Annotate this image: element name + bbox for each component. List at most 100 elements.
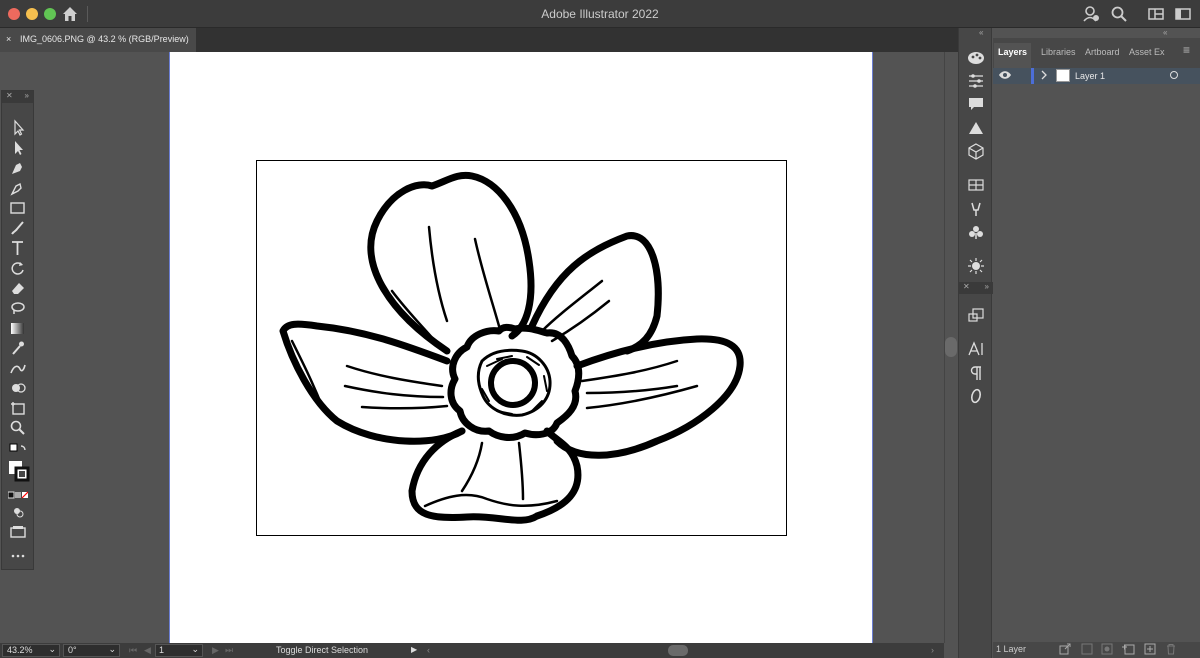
zoom-dropdown-icon[interactable]: ⌄ [48,644,56,655]
panel-menu-icon[interactable]: ≡ [1183,41,1190,66]
color-panel-icon[interactable] [966,48,986,66]
pen-tool-icon[interactable] [8,159,28,177]
arrange-documents-icon[interactable] [1174,5,1192,23]
layers-panel-footer: 1 Layer [993,642,1200,658]
panel-dock: « ✕» [958,28,993,658]
scroll-left-icon[interactable]: ‹ [427,645,430,655]
layer-thumbnail [1056,69,1070,82]
app-title: Adobe Illustrator 2022 [541,7,659,21]
artboard[interactable] [169,52,873,643]
placed-image-frame[interactable] [256,160,787,536]
draw-mode-icon[interactable] [8,503,28,521]
dock-collapse-icon[interactable]: « [979,28,983,37]
more-tools-icon[interactable] [8,547,28,565]
rotation-dropdown-icon[interactable]: ⌄ [108,644,116,655]
artboard-tool-icon[interactable] [8,399,28,417]
layers-panel-tabs: Layers Libraries Artboard Asset Ex ≡ [993,38,1200,68]
user-sync-icon[interactable] [1082,5,1100,23]
tools-panel: ✕» [1,90,34,570]
expand-layer-icon[interactable] [1040,69,1048,81]
paragraph-panel-icon[interactable] [966,364,986,382]
tab-layers[interactable]: Layers [994,43,1032,68]
type-tool-icon[interactable] [8,239,28,257]
rotate-tool-icon[interactable] [8,259,28,277]
close-group-icon[interactable]: ✕ [963,282,970,291]
canvas-area[interactable] [0,52,944,643]
previous-artboard-icon[interactable]: ◀ [144,645,151,656]
search-icon[interactable] [1110,5,1128,23]
direct-selection-tool-icon[interactable] [8,139,28,157]
collapse-group-icon[interactable]: » [985,282,989,291]
shape-builder-tool-icon[interactable] [8,379,28,397]
clipping-mask-icon[interactable] [1101,643,1113,655]
export-icon[interactable] [1059,643,1071,655]
title-bar: Adobe Illustrator 2022 [0,0,1200,28]
layer-target-icon[interactable] [1170,71,1178,79]
swatches-panel-icon[interactable] [966,176,986,194]
opentype-panel-icon[interactable] [966,387,986,405]
selection-tool-icon[interactable] [8,119,28,137]
artboard-dropdown-icon[interactable]: ⌄ [191,644,199,655]
eraser-tool-icon[interactable] [8,279,28,297]
document-tab-label: IMG_0606.PNG @ 43.2 % (RGB/Preview) [20,34,189,44]
paintbrush-tool-icon[interactable] [8,219,28,237]
workspace-switcher-icon[interactable] [1147,5,1165,23]
layers-panel-collapse-icon[interactable]: « [1163,28,1167,37]
appearance-panel-icon[interactable] [966,257,986,275]
dock-group-header: ✕» [959,282,993,294]
curvature-tool-icon[interactable] [8,179,28,197]
new-layer-icon[interactable] [1144,643,1156,655]
artboard-field[interactable]: 1 ⌄ [155,644,203,657]
properties-panel-icon[interactable] [966,72,986,90]
symbols-panel-icon[interactable] [966,223,986,241]
artboard-number: 1 [159,645,165,655]
zoom-value: 43.2% [7,645,33,655]
layers-panel: « Layers Libraries Artboard Asset Ex ≡ L… [993,28,1200,658]
zoom-tool-icon[interactable] [8,419,28,437]
layer-count: 1 Layer [996,644,1027,654]
gradient-panel-icon[interactable] [966,119,986,137]
screen-mode-icon[interactable] [8,523,28,541]
horizontal-scroll-thumb[interactable] [668,645,688,656]
tool-hint: Toggle Direct Selection [276,645,369,655]
layer-row[interactable]: Layer 1 [993,68,1200,84]
brushes-panel-icon[interactable] [966,200,986,218]
lasso-tool-icon[interactable] [8,299,28,317]
rotation-value: 0° [68,645,77,655]
transform-panel-icon[interactable] [966,306,986,324]
flower-illustration [279,171,744,524]
visibility-eye-icon[interactable] [998,69,1012,81]
delete-layer-icon[interactable] [1165,643,1177,655]
gradient-tool-icon[interactable] [8,319,28,337]
close-panel-icon[interactable]: ✕ [6,91,13,100]
zoom-field[interactable]: 43.2% ⌄ [2,644,60,657]
tab-asset-export[interactable]: Asset Ex [1129,43,1165,68]
eyedropper-tool-icon[interactable] [8,339,28,357]
document-tab-bar: × IMG_0606.PNG @ 43.2 % (RGB/Preview) [0,28,958,52]
3d-panel-icon[interactable] [966,142,986,160]
layer-name[interactable]: Layer 1 [1075,71,1105,81]
character-panel-icon[interactable] [966,340,986,358]
close-tab-icon[interactable]: × [6,28,11,50]
rotation-field[interactable]: 0° ⌄ [63,644,120,657]
collapse-panel-icon[interactable]: » [25,91,29,100]
new-sublayer-icon[interactable] [1121,643,1135,655]
first-artboard-icon[interactable]: ⏮ [129,645,137,656]
vertical-scroll-thumb[interactable] [945,337,957,357]
next-artboard-icon[interactable]: ▶ [212,645,219,656]
document-tab[interactable]: × IMG_0606.PNG @ 43.2 % (RGB/Preview) [0,28,196,52]
last-artboard-icon[interactable]: ⏭ [225,645,233,656]
default-colors-icon[interactable] [8,441,28,459]
scroll-right-icon[interactable]: › [931,645,934,655]
layer-color-indicator [1031,68,1034,84]
blend-tool-icon[interactable] [8,359,28,377]
fill-stroke-icon[interactable] [8,459,30,483]
tab-artboards[interactable]: Artboard [1085,43,1120,68]
tools-panel-header: ✕» [2,91,33,103]
comments-panel-icon[interactable] [966,95,986,113]
status-menu-icon[interactable]: ▶ [411,645,417,654]
vertical-scrollbar[interactable] [944,52,958,643]
tab-libraries[interactable]: Libraries [1041,43,1076,68]
locate-object-icon[interactable] [1081,643,1093,655]
rectangle-tool-icon[interactable] [8,199,28,217]
